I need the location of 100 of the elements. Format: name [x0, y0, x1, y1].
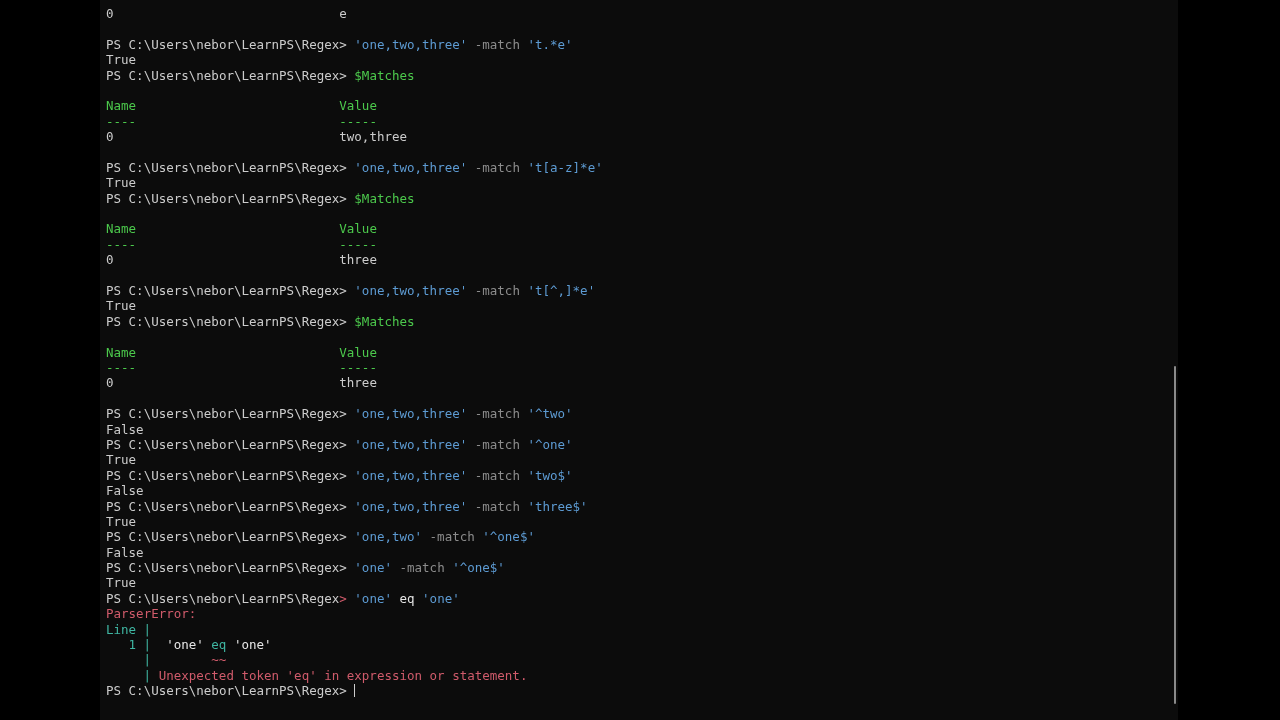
operator-text: -match — [474, 436, 520, 453]
header-underline: ----- — [339, 113, 378, 130]
string-literal: 'one,two,three' — [354, 498, 468, 514]
column-header: Name — [106, 98, 138, 114]
operator-text: -match — [474, 406, 520, 422]
source-text: 'one' — [166, 637, 204, 653]
string-literal: 't[^,]*e' — [527, 283, 596, 299]
string-literal: 'one' — [422, 590, 460, 607]
gutter-separator: | — [143, 667, 152, 684]
string-literal: 't[a-z]*e' — [527, 159, 603, 176]
prompt-marker: > — [339, 283, 347, 299]
string-literal: 't.*e' — [527, 36, 573, 53]
operator-text: -match — [429, 529, 475, 545]
output-text: True — [106, 52, 137, 68]
string-literal: 'one,two,three' — [354, 467, 468, 484]
output-text: True — [106, 298, 137, 314]
string-literal: 'one' — [354, 560, 392, 576]
operator-text: -match — [474, 467, 520, 484]
operator-text: -match — [474, 159, 520, 176]
output-text: True — [106, 175, 137, 191]
variable-text: $Matches — [354, 67, 415, 83]
string-literal: 'one,two,three' — [354, 283, 468, 299]
column-header: Value — [339, 344, 378, 360]
prompt-path: PS C:\Users\nebor\LearnPS\Regex — [106, 436, 340, 453]
prompt-path: PS C:\Users\nebor\LearnPS\Regex — [106, 498, 340, 514]
prompt-marker: > — [339, 529, 347, 545]
column-header: Name — [106, 221, 138, 237]
column-header: Name — [106, 344, 138, 360]
column-header: Value — [339, 98, 378, 114]
header-underline: ----- — [339, 360, 378, 376]
header-underline: ---- — [106, 236, 138, 253]
string-literal: '^one' — [527, 436, 573, 453]
prompt-path: PS C:\Users\nebor\LearnPS\Regex — [106, 529, 340, 545]
table-cell-text: three — [339, 252, 378, 268]
prompt-marker: > — [339, 467, 347, 484]
prompt-path: PS C:\Users\nebor\LearnPS\Regex — [106, 159, 340, 176]
table-cell-text: 0 — [106, 6, 115, 22]
operator-text: -match — [474, 36, 520, 53]
table-cell-text: 0 — [106, 129, 115, 145]
scrollbar-thumb[interactable] — [1174, 366, 1176, 704]
error-message: Unexpected token 'eq' in expression or statement. — [158, 667, 528, 684]
prompt-marker: > — [339, 590, 347, 607]
string-literal: 'one,two,three' — [354, 36, 468, 53]
table-cell-text: e — [339, 6, 348, 22]
prompt-path: PS C:\Users\nebor\LearnPS\Regex — [106, 467, 340, 484]
gutter-separator: | — [143, 637, 152, 653]
table-cell-text: three — [339, 375, 378, 391]
output-text: False — [106, 483, 144, 499]
prompt-marker: > — [339, 683, 347, 699]
prompt-marker: > — [339, 159, 347, 176]
output-text: False — [106, 544, 144, 561]
string-literal: 'three$' — [527, 498, 588, 514]
string-literal: '^two' — [527, 406, 573, 422]
prompt-path: PS C:\Users\nebor\LearnPS\Regex — [106, 36, 340, 53]
error-token: eq — [211, 637, 227, 653]
prompt-path: PS C:\Users\nebor\LearnPS\Regex — [106, 190, 340, 207]
prompt-marker: > — [339, 406, 347, 422]
table-cell-text: two,three — [339, 129, 408, 145]
prompt-path: PS C:\Users\nebor\LearnPS\Regex — [106, 406, 340, 422]
prompt-marker: > — [339, 436, 347, 453]
prompt-marker: > — [339, 190, 347, 207]
prompt-path: PS C:\Users\nebor\LearnPS\Regex — [106, 683, 340, 699]
string-literal: 'two$' — [527, 467, 573, 484]
prompt-path: PS C:\Users\nebor\LearnPS\Regex — [106, 313, 340, 330]
line-label: 1 — [128, 637, 137, 653]
command-text: eq — [399, 590, 415, 607]
variable-text: $Matches — [354, 190, 415, 207]
source-text: 'one' — [233, 637, 272, 653]
prompt-marker: > — [339, 36, 347, 53]
string-literal: '^one$' — [452, 560, 505, 576]
error-title: ParserError: — [106, 606, 197, 622]
header-underline: ----- — [339, 236, 378, 253]
header-underline: ---- — [106, 113, 138, 130]
string-literal: 'one,two' — [354, 529, 423, 545]
gutter-separator: | — [143, 621, 152, 638]
column-header: Value — [339, 221, 378, 237]
prompt-marker: > — [339, 498, 347, 514]
prompt-path: PS C:\Users\nebor\LearnPS\Regex — [106, 590, 340, 607]
string-literal: 'one,two,three' — [354, 436, 468, 453]
prompt-marker: > — [339, 560, 347, 576]
variable-text: $Matches — [354, 313, 415, 330]
output-text: True — [106, 513, 137, 530]
prompt-path: PS C:\Users\nebor\LearnPS\Regex — [106, 560, 340, 576]
output-text: True — [106, 575, 137, 591]
operator-text: -match — [399, 560, 445, 576]
prompt-path: PS C:\Users\nebor\LearnPS\Regex — [106, 67, 340, 83]
table-cell-text: 0 — [106, 252, 115, 268]
header-underline: ---- — [106, 360, 138, 376]
operator-text: -match — [474, 283, 520, 299]
prompt-marker: > — [339, 67, 347, 83]
operator-text: -match — [474, 498, 520, 514]
output-text: True — [106, 452, 137, 468]
table-cell-text: 0 — [106, 375, 115, 391]
output-text: False — [106, 421, 144, 437]
prompt-marker: > — [339, 313, 347, 330]
string-literal: 'one,two,three' — [354, 406, 468, 422]
error-underline: ~~ — [211, 652, 227, 668]
prompt-path: PS C:\Users\nebor\LearnPS\Regex — [106, 283, 340, 299]
string-literal: 'one' — [354, 590, 392, 607]
gutter-separator: | — [143, 652, 152, 668]
